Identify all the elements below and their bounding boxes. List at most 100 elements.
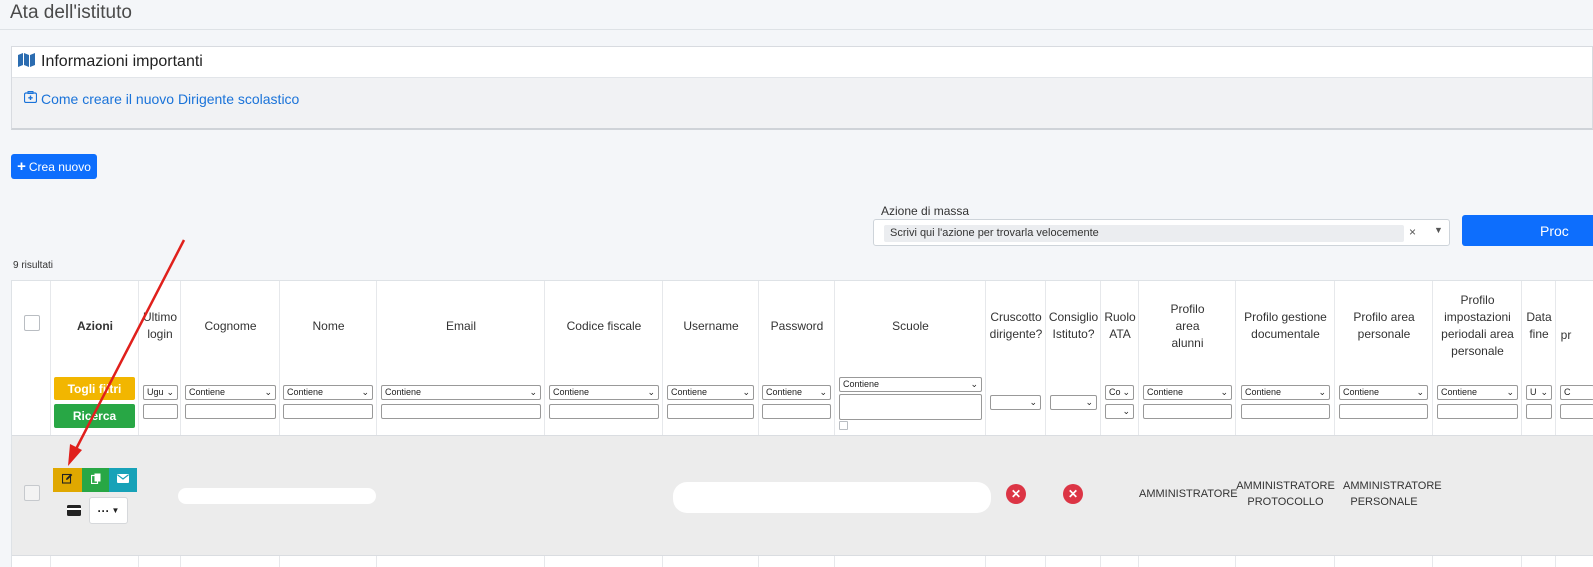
filter-cognome-value: Contiene	[189, 387, 226, 397]
map-icon	[18, 52, 35, 72]
header-email[interactable]: Email	[377, 317, 545, 335]
header-password[interactable]: Password	[759, 317, 835, 335]
header-profilo-impostazioni[interactable]: Profilo impostazioni periodali area pers…	[1433, 291, 1522, 361]
header-ultimo-login[interactable]: Ultimo login	[140, 309, 180, 343]
filter-profilo-impostazioni-value: Contiene	[1441, 387, 1478, 397]
proceed-button[interactable]: Proc	[1462, 215, 1593, 246]
filter-data-fine-input[interactable]	[1526, 404, 1552, 419]
credit-card-icon[interactable]	[67, 503, 81, 521]
send-email-button[interactable]	[109, 468, 137, 492]
info-card: Informazioni importanti Come creare il n…	[11, 46, 1593, 130]
header-consiglio[interactable]: Consiglio Istituto?	[1046, 309, 1101, 343]
filter-consiglio-select[interactable]: ⌄	[1050, 395, 1097, 410]
more-actions-label: ···	[97, 503, 110, 518]
filter-codice-fiscale-value: Contiene	[553, 387, 590, 397]
header-username[interactable]: Username	[663, 317, 759, 335]
filter-pr-select[interactable]: C	[1560, 385, 1593, 400]
filter-profilo-documentale-input[interactable]	[1241, 404, 1330, 419]
filter-profilo-alunni-value: Contiene	[1147, 387, 1184, 397]
edit-icon	[61, 473, 73, 487]
copy-icon	[90, 473, 101, 487]
ata-table: Azioni Ultimo login Cognome Nome Email C…	[11, 280, 1593, 567]
header-azioni: Azioni	[77, 318, 113, 333]
filter-profilo-alunni-input[interactable]	[1143, 404, 1232, 419]
filter-ultimo-login-input[interactable]	[143, 404, 178, 419]
filter-profilo-personale-value: Contiene	[1343, 387, 1380, 397]
cell-profilo-personale: AMMINISTRATORE PERSONALE	[1343, 480, 1442, 508]
filter-data-fine-select[interactable]: U ⌄	[1526, 385, 1552, 400]
filter-scuole-select[interactable]: Contiene ⌄	[839, 377, 982, 392]
filter-ruolo-select[interactable]: Co ⌄	[1105, 385, 1134, 400]
more-actions-dropdown[interactable]: ··· ▼	[89, 497, 128, 524]
mass-action-label: Azione di massa	[881, 204, 970, 218]
medkit-icon	[23, 90, 38, 108]
filter-ruolo-value: Co	[1109, 387, 1121, 397]
redacted-cognome-nome	[178, 488, 376, 504]
info-card-header: Informazioni importanti	[12, 47, 1592, 78]
caret-down-icon[interactable]: ▼	[1434, 225, 1443, 235]
filter-ultimo-login-select[interactable]: Ugu ⌄	[143, 385, 178, 400]
filter-profilo-impostazioni-select[interactable]: Contiene ⌄	[1437, 385, 1518, 400]
create-new-button[interactable]: + Crea nuovo	[11, 154, 97, 179]
filter-password-input[interactable]	[762, 404, 831, 419]
filter-password-select[interactable]: Contiene ⌄	[762, 385, 831, 400]
filter-codice-fiscale-input[interactable]	[549, 404, 659, 419]
filter-username-input[interactable]	[667, 404, 754, 419]
filter-cognome-select[interactable]: Contiene ⌄	[185, 385, 276, 400]
header-cruscotto[interactable]: Cruscotto dirigente?	[986, 309, 1046, 343]
info-card-body: Come creare il nuovo Dirigente scolastic…	[12, 78, 1592, 120]
results-count: 9 risultati	[13, 260, 54, 271]
row-select-checkbox[interactable]	[24, 485, 40, 501]
filter-profilo-documentale-value: Contiene	[1245, 387, 1282, 397]
duplicate-button[interactable]	[82, 468, 110, 492]
header-nome[interactable]: Nome	[280, 317, 377, 335]
filter-data-fine-value: U	[1530, 387, 1537, 397]
filter-nome-select[interactable]: Contiene ⌄	[283, 385, 373, 400]
filter-password-value: Contiene	[766, 387, 803, 397]
plus-icon: +	[17, 158, 26, 175]
envelope-icon	[117, 474, 129, 486]
filter-email-value: Contiene	[385, 387, 422, 397]
header-cognome[interactable]: Cognome	[181, 317, 280, 335]
filter-codice-fiscale-select[interactable]: Contiene ⌄	[549, 385, 659, 400]
create-new-label: Crea nuovo	[28, 159, 91, 174]
header-codice-fiscale[interactable]: Codice fiscale	[545, 317, 663, 335]
filter-nome-input[interactable]	[283, 404, 373, 419]
page-title: Ata dell'istituto	[10, 2, 132, 23]
cruscotto-no-icon: ✕	[1006, 484, 1026, 504]
filter-profilo-personale-input[interactable]	[1339, 404, 1428, 419]
filter-email-select[interactable]: Contiene ⌄	[381, 385, 541, 400]
filter-ultimo-login-value: Ugu	[147, 387, 164, 397]
filter-profilo-personale-select[interactable]: Contiene ⌄	[1339, 385, 1428, 400]
edit-button[interactable]	[53, 468, 82, 492]
header-pr[interactable]: pr	[1556, 326, 1576, 344]
header-ruolo[interactable]: Ruolo ATA	[1101, 309, 1139, 343]
header-profilo-documentale[interactable]: Profilo gestione documentale	[1236, 309, 1335, 343]
filter-username-select[interactable]: Contiene ⌄	[667, 385, 754, 400]
help-link-new-principal[interactable]: Come creare il nuovo Dirigente scolastic…	[41, 91, 299, 107]
select-all-checkbox[interactable]	[24, 315, 40, 331]
filter-email-input[interactable]	[381, 404, 541, 419]
filter-scuole-input[interactable]	[839, 394, 982, 420]
clear-icon[interactable]: ×	[1409, 225, 1416, 239]
filter-scuole-checkbox[interactable]	[839, 421, 848, 430]
filter-pr-input[interactable]	[1560, 404, 1593, 419]
search-button[interactable]: Ricerca	[54, 404, 135, 428]
filter-cognome-input[interactable]	[185, 404, 276, 419]
filter-scuole-value: Contiene	[843, 379, 880, 389]
filter-profilo-impostazioni-input[interactable]	[1437, 404, 1518, 419]
header-profilo-alunni[interactable]: Profilo area alunni	[1139, 302, 1236, 350]
header-scuole[interactable]: Scuole	[835, 317, 986, 335]
filter-profilo-documentale-select[interactable]: Contiene ⌄	[1241, 385, 1330, 400]
filter-profilo-alunni-select[interactable]: Contiene ⌄	[1143, 385, 1232, 400]
mass-action-select[interactable]: Scrivi qui l'azione per trovarla velocem…	[873, 219, 1450, 246]
table-row: ··· ▼ ✕ ✕ AMMINISTRATORE AMMINISTRATORE P…	[12, 435, 1593, 556]
filter-pr-value: C	[1564, 387, 1571, 397]
filter-nome-value: Contiene	[287, 387, 324, 397]
header-data-fine[interactable]: Data fine	[1522, 309, 1556, 343]
filter-cruscotto-select[interactable]: ⌄	[990, 395, 1041, 410]
header-profilo-personale[interactable]: Profilo area personale	[1335, 309, 1433, 343]
filter-ruolo-select-2[interactable]: ⌄	[1105, 404, 1134, 419]
consiglio-no-icon: ✕	[1063, 484, 1083, 504]
clear-filters-button[interactable]: Togli filtri	[54, 377, 135, 400]
